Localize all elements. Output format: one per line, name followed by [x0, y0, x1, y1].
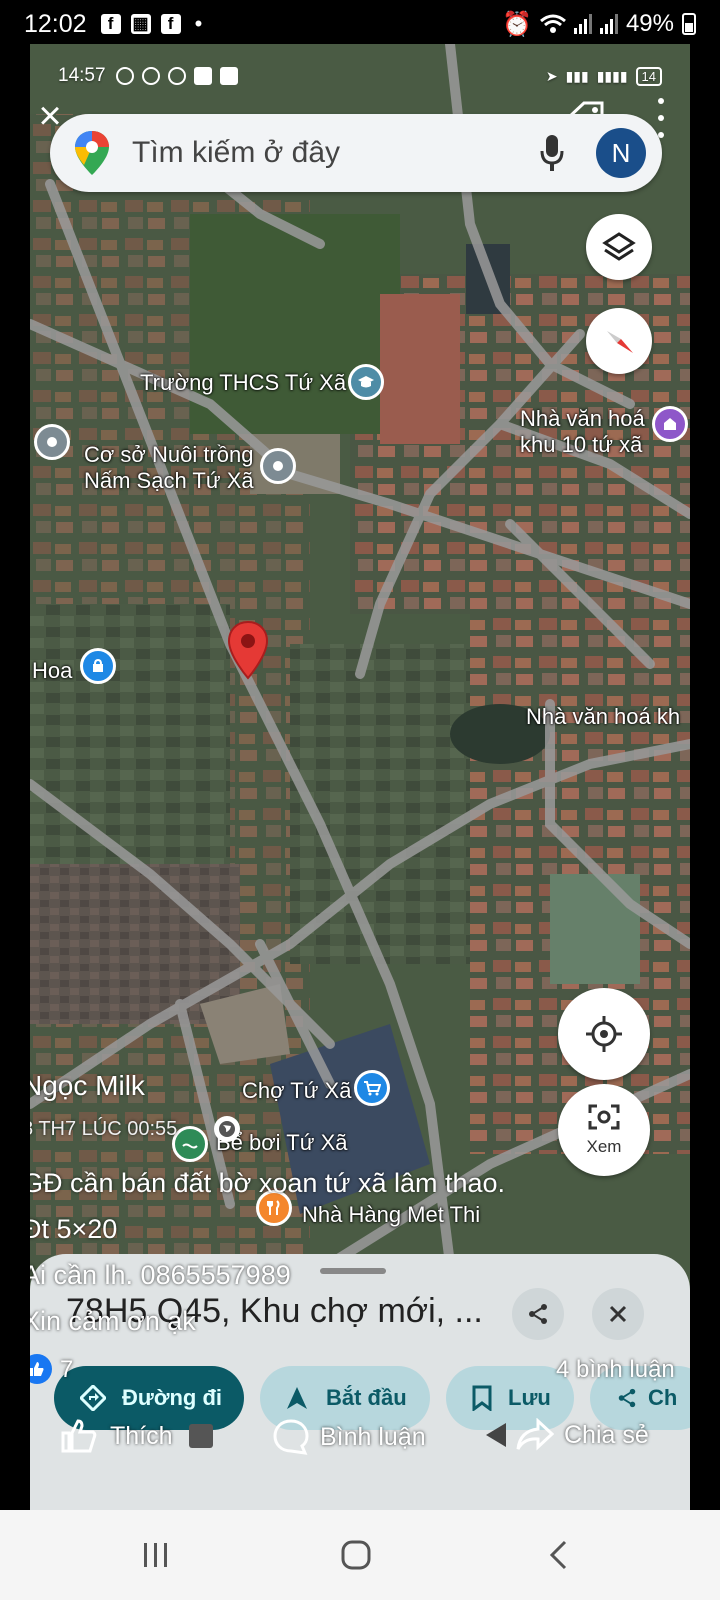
pay-icon [219, 67, 238, 85]
alarm-icon [115, 67, 134, 85]
share-place-button[interactable] [512, 1288, 564, 1340]
map-label-culture-house-10-line2: khu 10 tứ xã [520, 432, 643, 457]
nfc-icon [141, 67, 160, 85]
layers-button[interactable] [586, 214, 652, 280]
map-label-restaurant: Nhà Hàng Met Thi [302, 1202, 481, 1227]
home-icon[interactable] [316, 1510, 396, 1600]
community-poi-icon[interactable] [652, 406, 688, 442]
notification-dot-icon: • [194, 11, 203, 36]
layers-icon [602, 232, 636, 261]
inner-status-bar: 14:57 ➤ ▮▮▮ ▮▮▮▮ 14 [30, 44, 690, 108]
facebook-icon: f [160, 14, 181, 34]
comment-bubble-icon [273, 1419, 309, 1455]
recent-apps-icon[interactable] [116, 1510, 196, 1600]
school-poi-icon[interactable] [348, 364, 384, 400]
thumbs-up-icon [61, 1419, 97, 1453]
post-date: 8 TH7 LÚC 00:55 [30, 1118, 178, 1140]
wifi-icon [539, 14, 566, 33]
map-label-market: Chợ Tứ Xã [242, 1078, 352, 1103]
account-avatar[interactable]: N [596, 128, 646, 178]
comment-count[interactable]: 4 bình luận [556, 1356, 675, 1384]
location-icon: ➤ [545, 67, 558, 84]
share-label: Chia sẻ [564, 1420, 649, 1449]
back-triangle-icon [486, 1423, 506, 1447]
gallery-icon: ▦ [130, 14, 151, 34]
comment-label: Bình luận [320, 1422, 426, 1451]
explore-label: Xem [586, 1137, 622, 1156]
alarm-icon: ⏰ [502, 10, 532, 38]
google-maps-logo-icon [75, 131, 109, 175]
post-text-line1: GĐ cần bán đất bờ xoan tứ xã lâm thao. [30, 1168, 506, 1198]
pool-poi-icon[interactable] [172, 1126, 208, 1162]
map-label-school: Trường THCS Tứ Xã [140, 370, 347, 395]
compass-icon [607, 331, 633, 353]
inner-battery: 14 [635, 66, 662, 86]
location-marker-icon[interactable] [226, 620, 270, 680]
volte-icon: ▮▮▮ [565, 67, 589, 84]
explore-button[interactable]: Xem [558, 1084, 650, 1176]
post-text-line4: Xin cảm ơn ạk [30, 1306, 196, 1336]
screenshot-image: 14:57 ➤ ▮▮▮ ▮▮▮▮ 14 × Tìm kiếm ở đây N T… [30, 44, 690, 1510]
my-location-button[interactable] [558, 988, 650, 1080]
close-sheet-button[interactable] [592, 1288, 644, 1340]
post-author[interactable]: Ngọc Milk [30, 1070, 145, 1102]
sheet-drag-handle[interactable] [320, 1268, 386, 1274]
facebook-icon [167, 67, 186, 85]
battery-percent: 49% [625, 10, 674, 37]
post-actions: Thích Bình luận Chia sẻ [30, 1404, 690, 1474]
signal-4g-icon: ▮▮▮▮ [596, 67, 628, 84]
comment-button[interactable]: Bình luận [272, 1418, 426, 1456]
battery-icon [682, 13, 696, 35]
globe-icon [214, 1116, 240, 1142]
search-bar[interactable]: Tìm kiếm ở đây N [50, 114, 662, 192]
status-time: 12:02 [24, 9, 87, 38]
like-count[interactable]: 7 [60, 1356, 73, 1384]
compass-button[interactable] [586, 308, 652, 374]
back-icon[interactable] [518, 1510, 598, 1600]
facebook-icon: f [100, 14, 121, 34]
share-post-button[interactable]: Chia sẻ [484, 1418, 649, 1452]
map-label-hoa: Hoa [32, 658, 73, 683]
map-label-mushroom-line1: Cơ sở Nuôi trồng [84, 442, 254, 467]
share-arrow-icon [516, 1418, 554, 1451]
place-poi-icon[interactable] [260, 448, 296, 484]
phone-screen: 12:02 f ▦ f • ⏰ 49% 14:57 ➤ ▮▮▮ ▮▮▮▮ 14 … [0, 0, 720, 1600]
like-button[interactable]: Thích [60, 1418, 213, 1454]
image-icon [193, 67, 212, 85]
map-label-culture-house-right: Nhà văn hoá kh [526, 704, 681, 729]
stop-icon [188, 1424, 213, 1448]
status-bar: 12:02 f ▦ f • ⏰ 49% [0, 0, 720, 48]
share-icon [529, 1304, 547, 1324]
signal-icon [599, 14, 618, 34]
post-text-line3: Ai cần lh. 0865557989 [30, 1260, 291, 1290]
inner-status-time: 14:57 [58, 65, 106, 86]
signal-icon [573, 14, 592, 34]
post-text-line2: Đt 5×20 [30, 1214, 118, 1244]
crosshair-icon [586, 1016, 622, 1052]
system-navigation-bar [0, 1510, 720, 1600]
map-label-culture-house-10-line1: Nhà văn hoá [520, 406, 645, 431]
shopping-poi-icon[interactable] [80, 648, 116, 684]
map-label-mushroom-line2: Nấm Sạch Tứ Xã [84, 468, 254, 493]
like-label: Thích [110, 1421, 173, 1450]
place-poi-icon[interactable] [34, 424, 70, 460]
camera-scan-icon [588, 1104, 620, 1130]
market-poi-icon[interactable] [354, 1070, 390, 1106]
close-icon [609, 1305, 627, 1323]
microphone-icon[interactable] [538, 133, 566, 173]
search-placeholder: Tìm kiếm ở đây [132, 136, 341, 169]
